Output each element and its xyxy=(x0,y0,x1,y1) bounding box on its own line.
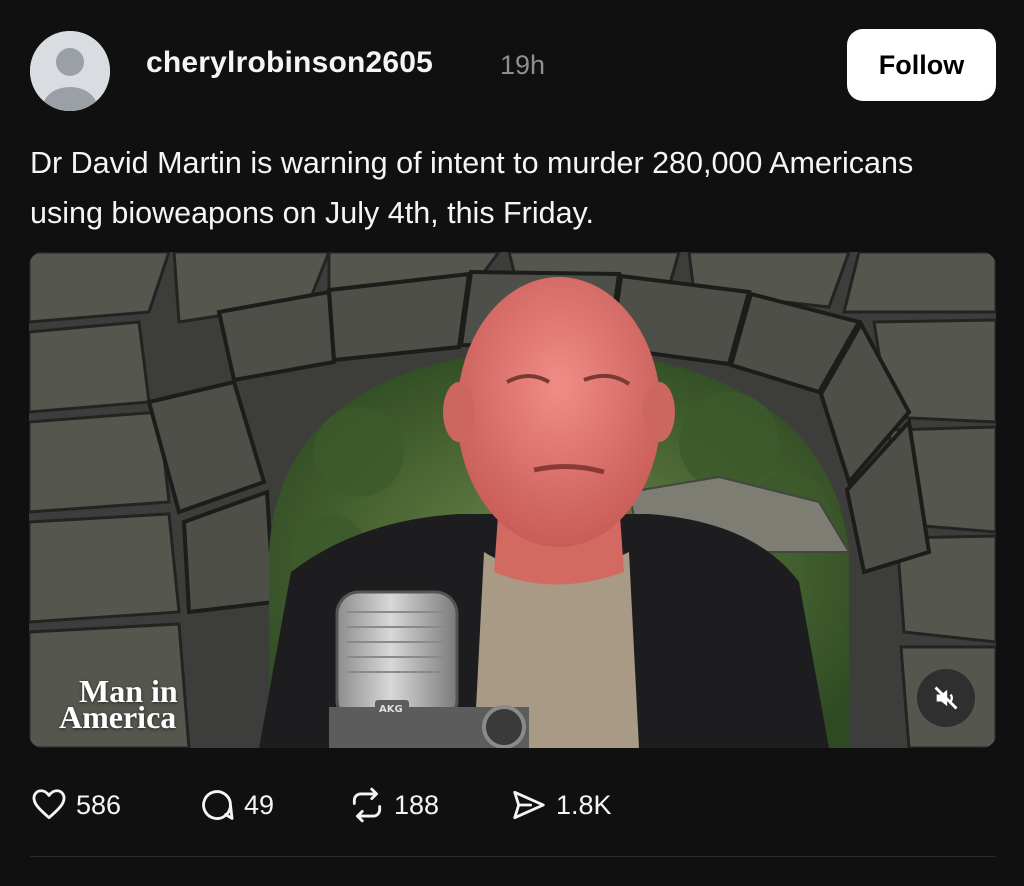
reply-count: 49 xyxy=(244,789,275,820)
reply-button[interactable]: 49 xyxy=(198,782,274,828)
post-divider xyxy=(30,856,996,857)
man-in-america-watermark: Man in America xyxy=(59,675,178,735)
repost-count: 188 xyxy=(394,789,440,820)
watermark-line-2: America xyxy=(59,699,177,735)
like-count: 586 xyxy=(76,789,122,820)
post-timestamp: 19h xyxy=(500,50,546,80)
mic-brand-label: AKG xyxy=(379,704,403,715)
username[interactable]: cherylrobinson2605 xyxy=(146,46,433,80)
share-count: 1.8K xyxy=(556,789,612,820)
send-icon xyxy=(513,790,545,820)
mute-toggle-button[interactable] xyxy=(917,669,975,727)
video-player[interactable]: AKG Man in America xyxy=(29,252,996,748)
share-button[interactable]: 1.8K xyxy=(510,782,612,828)
avatar[interactable] xyxy=(30,31,110,111)
repost-icon xyxy=(352,787,382,823)
like-button[interactable]: 586 xyxy=(30,782,121,828)
repost-button[interactable]: 188 xyxy=(348,782,439,828)
speaker-muted-icon xyxy=(934,686,958,710)
default-avatar-icon xyxy=(30,31,110,111)
heart-icon xyxy=(32,789,66,820)
post-text: Dr David Martin is warning of intent to … xyxy=(30,146,914,230)
comment-bubble-icon xyxy=(202,790,234,820)
follow-button[interactable]: Follow xyxy=(847,29,996,101)
